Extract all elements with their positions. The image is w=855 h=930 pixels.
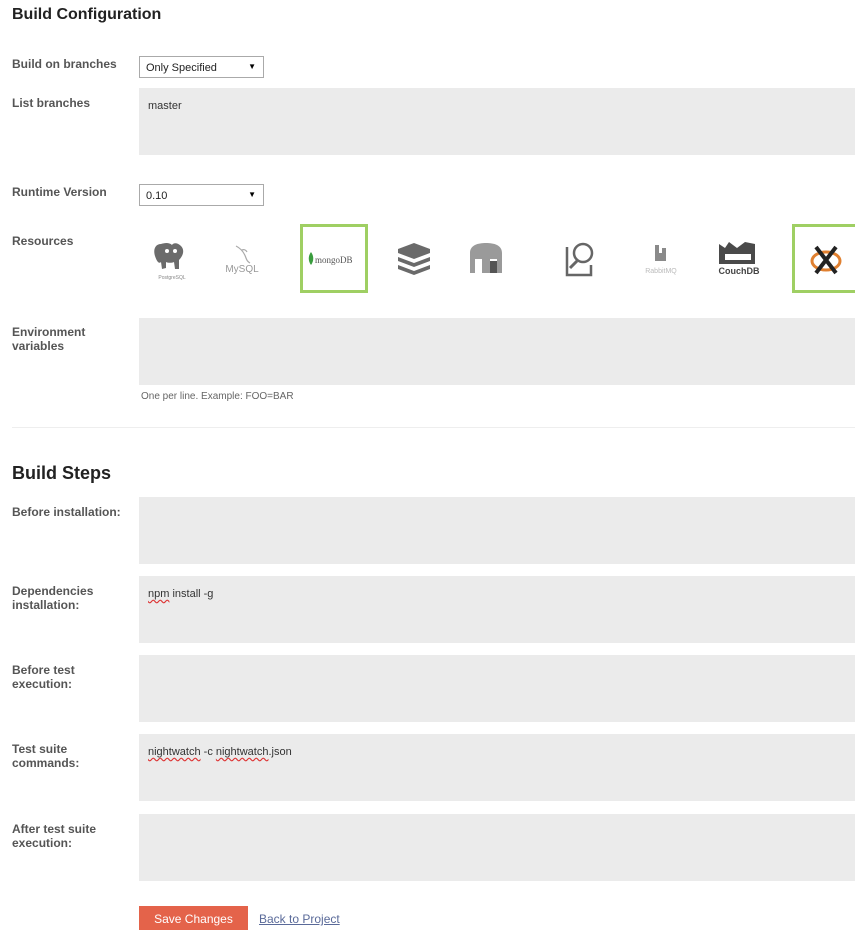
before-test-execution-label: Before test execution: xyxy=(12,663,75,691)
build-on-branches-value: Only Specified xyxy=(146,62,217,74)
dependencies-installation-label: Dependencies installation: xyxy=(12,584,94,612)
resources-label: Resources xyxy=(12,234,74,248)
couchdb-caption: CouchDB xyxy=(719,266,760,276)
mongodb-icon: mongoDB xyxy=(308,251,353,265)
redis-icon xyxy=(398,242,430,275)
before-test-execution-field[interactable] xyxy=(139,655,855,722)
environment-variables-label: Environment variables xyxy=(12,325,86,353)
before-installation-label: Before installation: xyxy=(12,505,121,519)
postgresql-icon: PostgreSQL xyxy=(154,242,186,281)
back-to-project-link[interactable]: Back to Project xyxy=(259,912,340,926)
memcached-icon xyxy=(470,242,502,273)
resource-mongodb[interactable]: mongoDB xyxy=(300,224,368,293)
runtime-version-label: Runtime Version xyxy=(12,185,107,199)
test-suite-commands-label: Test suite commands: xyxy=(12,742,80,770)
rabbitmq-caption: RabbitMQ xyxy=(645,268,677,275)
test-command-word2: nightwatch xyxy=(215,746,269,758)
test-suite-commands-field[interactable]: nightwatch -c nightwatch.json xyxy=(139,734,855,801)
runtime-version-value: 0.10 xyxy=(146,190,168,202)
environment-variables-hint: One per line. Example: FOO=BAR xyxy=(141,391,294,402)
after-test-suite-execution-field[interactable] xyxy=(139,814,855,881)
environment-variables-field[interactable] xyxy=(139,318,855,385)
save-changes-button[interactable]: Save Changes xyxy=(139,906,248,930)
resource-couchdb[interactable]: CouchDB xyxy=(707,224,775,293)
test-command-word1: nightwatch xyxy=(148,746,201,758)
deps-command-rest: install -g xyxy=(169,588,214,600)
list-branches-label: List branches xyxy=(12,96,91,110)
test-command-end: .json xyxy=(268,746,292,758)
xvfb-icon xyxy=(810,245,842,274)
dependencies-installation-field[interactable]: npm install -g xyxy=(139,576,855,643)
resource-postgresql[interactable]: PostgreSQL xyxy=(138,224,206,293)
build-configuration-title: Build Configuration xyxy=(12,6,162,23)
resource-xvfb[interactable] xyxy=(792,224,855,293)
postgresql-caption: PostgreSQL xyxy=(158,275,185,281)
build-steps-title: Build Steps xyxy=(12,463,112,483)
resource-rabbitmq[interactable]: RabbitMQ xyxy=(627,224,695,293)
list-branches-value: master xyxy=(148,100,182,112)
mysql-icon: MySQL xyxy=(225,244,259,275)
runtime-version-select[interactable]: 0.10 ▼ xyxy=(139,184,264,206)
list-branches-field[interactable]: master xyxy=(139,88,855,155)
resource-mysql[interactable]: MySQL xyxy=(208,224,276,293)
couchdb-icon: CouchDB xyxy=(719,241,760,276)
test-command-mid: -c xyxy=(200,746,216,758)
build-on-branches-label: Build on branches xyxy=(12,57,117,71)
deps-command-word: npm xyxy=(148,588,170,600)
chevron-down-icon: ▼ xyxy=(248,62,256,71)
before-installation-field[interactable] xyxy=(139,497,855,564)
resource-redis[interactable] xyxy=(380,224,448,293)
section-divider xyxy=(12,427,855,428)
rabbitmq-icon: RabbitMQ xyxy=(645,244,677,275)
chevron-down-icon: ▼ xyxy=(248,190,256,199)
mongodb-caption: mongoDB xyxy=(315,255,353,265)
build-on-branches-select[interactable]: Only Specified ▼ xyxy=(139,56,264,78)
mysql-caption: MySQL xyxy=(225,264,259,275)
resource-elasticsearch[interactable] xyxy=(545,224,613,293)
after-test-suite-execution-label: After test suite execution: xyxy=(12,822,97,850)
elasticsearch-icon xyxy=(565,242,594,276)
resource-memcached[interactable] xyxy=(452,224,520,293)
